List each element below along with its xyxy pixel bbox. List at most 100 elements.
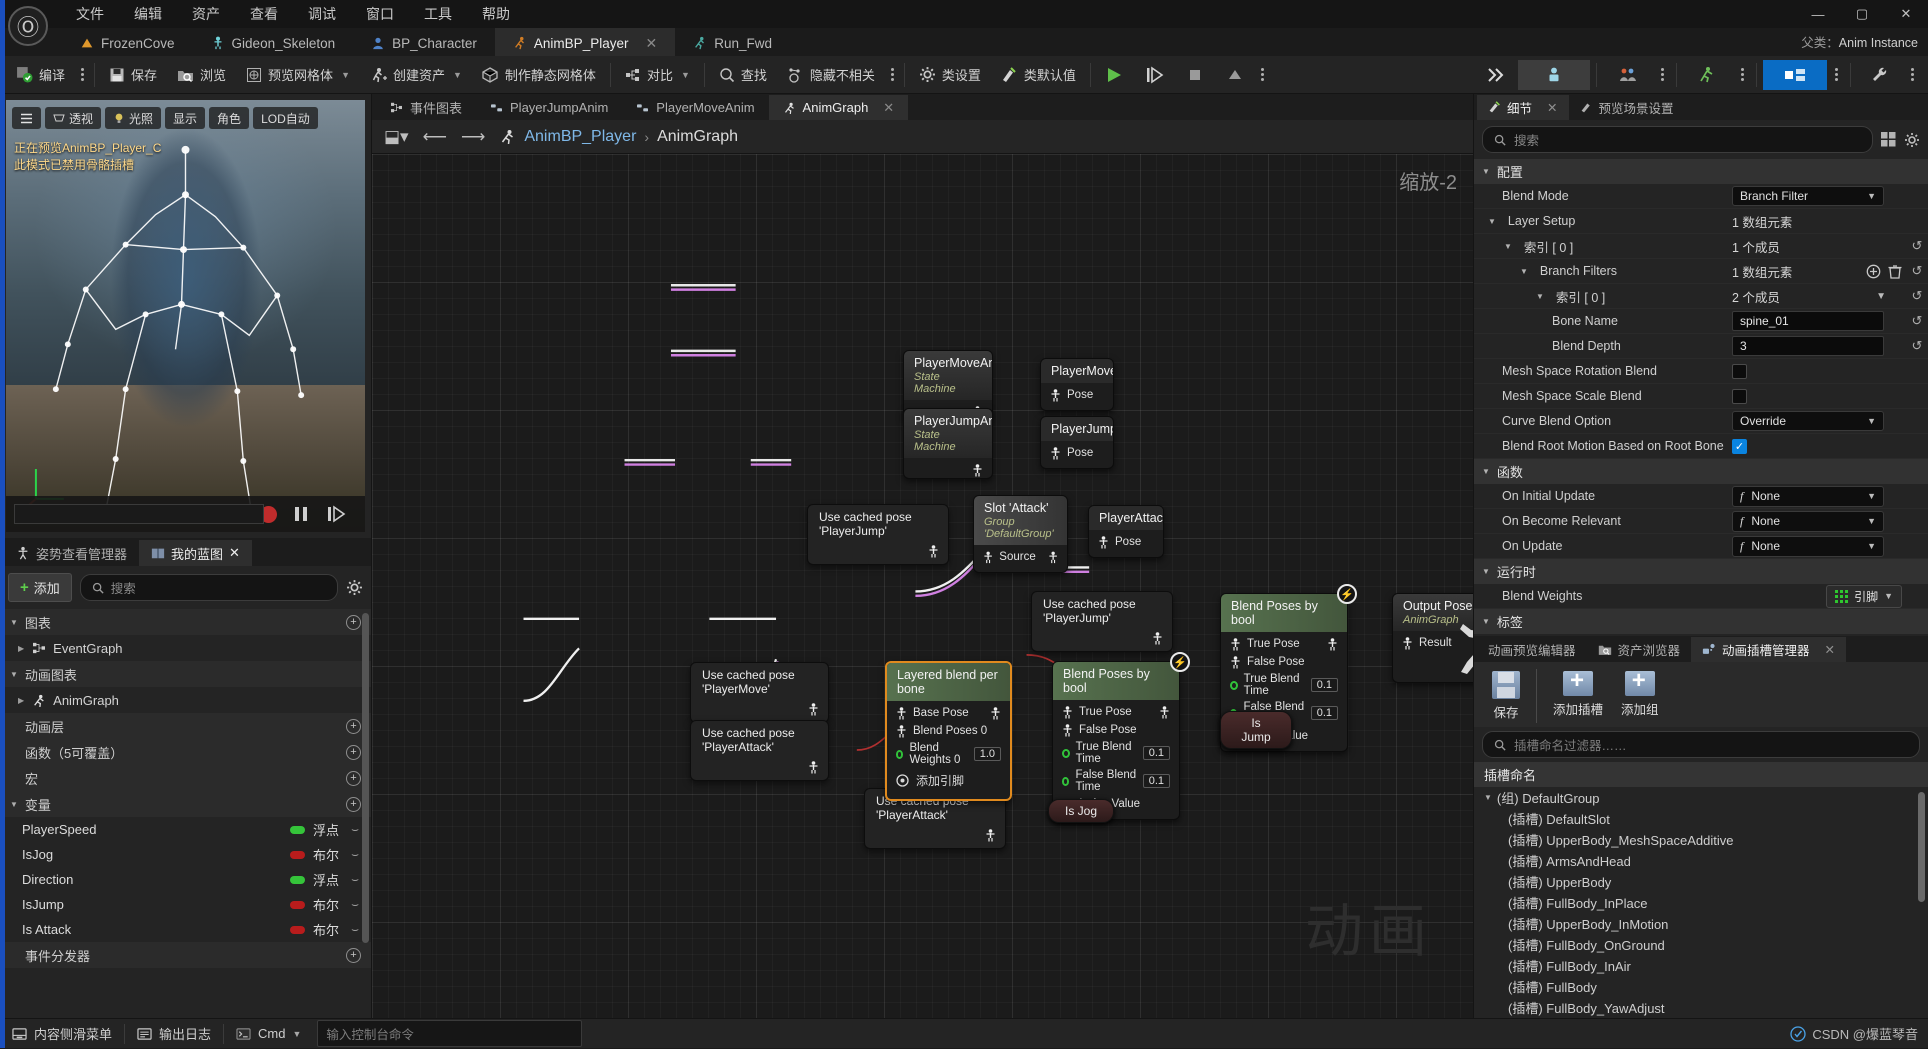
menu-item-view[interactable]: 查看 <box>236 0 292 28</box>
unreal-logo-icon[interactable]: Ⓞ <box>8 6 48 46</box>
details-search-input[interactable]: 搜索 <box>1482 126 1873 153</box>
graph-tab-playermoveanim[interactable]: PlayerMoveAnim <box>622 95 768 120</box>
tree-item-eventgraph[interactable]: ▶ EventGraph <box>0 635 371 661</box>
close-button[interactable]: ✕ <box>1884 0 1928 28</box>
blend-weights-pin-button[interactable]: 引脚 ▼ <box>1826 584 1902 608</box>
section-anim-layers[interactable]: 动画层 + <box>0 713 371 739</box>
section-graphs[interactable]: ▼ 图表 + <box>0 609 371 635</box>
pin-base-pose[interactable]: Base Pose <box>887 704 1010 722</box>
pin-value[interactable]: 0.1 <box>1310 706 1338 720</box>
tab-preview-scene-settings[interactable]: 预览场景设置 <box>1569 95 1685 120</box>
viewport-perspective-button[interactable]: 透视 <box>45 107 102 129</box>
slot-group-row[interactable]: ▼ (组) DefaultGroup <box>1478 787 1928 808</box>
visibility-eye-icon[interactable]: ⌣ <box>339 897 359 912</box>
bone-name-input[interactable]: spine_01 <box>1732 311 1884 331</box>
play-button[interactable] <box>1095 60 1135 90</box>
node-playerjump[interactable]: PlayerJump Pose <box>1040 416 1114 469</box>
visibility-eye-icon[interactable]: ⌣ <box>339 822 359 837</box>
variable-row[interactable]: IsJump 布尔 ⌣ <box>0 892 371 917</box>
blend-mode-dropdown[interactable]: Branch Filter ▼ <box>1732 186 1884 206</box>
node-output-pin[interactable] <box>904 461 992 478</box>
node-use-cached-pose-playerjump-1[interactable]: Use cached pose 'PlayerJump' <box>807 504 949 565</box>
make-static-mesh-button[interactable]: 制作静态网格体 <box>472 60 606 90</box>
find-button[interactable]: 查找 <box>709 60 777 90</box>
slot-list-scrollbar[interactable] <box>1918 792 1925 902</box>
on-update-dropdown[interactable]: f None ▼ <box>1732 535 1884 557</box>
node-playerattack[interactable]: PlayerAttack Pose <box>1088 505 1164 558</box>
on-become-relevant-dropdown[interactable]: f None ▼ <box>1732 510 1884 532</box>
physics-mode-button[interactable] <box>1683 60 1733 90</box>
chevron-down-icon[interactable]: ▼ <box>1488 217 1496 226</box>
delete-element-icon[interactable] <box>1888 264 1902 279</box>
revert-button[interactable]: ↺ <box>1906 238 1928 254</box>
section-macros[interactable]: 宏 + <box>0 765 371 791</box>
slot-filter-input[interactable]: 插槽命名过滤器…… <box>1482 731 1920 758</box>
preview-mesh-button[interactable]: 预览网格体 ▼ <box>236 60 360 90</box>
graph-mode-options-icon[interactable] <box>1829 68 1844 81</box>
node-output-pin[interactable] <box>1032 630 1172 651</box>
pin-false-pose[interactable]: False Pose <box>1221 653 1347 671</box>
stop-button[interactable] <box>1175 60 1215 90</box>
create-asset-button[interactable]: 创建资产 ▼ <box>360 60 472 90</box>
variable-row[interactable]: Is Attack 布尔 ⌣ <box>0 917 371 942</box>
menu-item-asset[interactable]: 资产 <box>178 0 234 28</box>
node-input-pin[interactable]: Pose <box>1041 444 1113 462</box>
animgraph-canvas[interactable]: 缩放-2 动画 PlayerMoveA State Machine Player… <box>372 154 1473 1018</box>
add-dispatcher-icon[interactable]: + <box>346 947 361 963</box>
diff-button[interactable]: 对比 ▼ <box>615 60 700 90</box>
viewport-character-button[interactable]: 角色 <box>209 107 250 129</box>
physics-mode-options-icon[interactable] <box>1735 68 1750 81</box>
step-forward-button[interactable] <box>325 504 347 524</box>
graph-tab-animgraph[interactable]: AnimGraph ✕ <box>768 95 909 120</box>
settings-gear-icon[interactable] <box>1904 132 1920 148</box>
mesh-space-rotation-checkbox[interactable] <box>1732 363 1747 379</box>
visibility-eye-icon[interactable]: ⌣ <box>339 922 359 937</box>
pin-true-pose[interactable]: True Pose <box>1053 703 1179 721</box>
section-functions[interactable]: 函数（5可覆盖） + <box>0 739 371 765</box>
node-output-pose[interactable]: Output Pose AnimGraph Result <box>1392 593 1473 683</box>
timeline-scrubber[interactable] <box>14 504 264 524</box>
tab-run-fwd[interactable]: Run_Fwd <box>675 28 790 56</box>
section-anim-graphs[interactable]: ▼ 动画图表 <box>0 661 371 687</box>
grid-view-icon[interactable] <box>1881 132 1896 147</box>
tab-asset-browser[interactable]: 资产浏览器 <box>1587 637 1692 662</box>
console-command-input[interactable]: 输入控制台命令 <box>317 1020 583 1047</box>
node-use-cached-pose-playerattack-1[interactable]: Use cached pose 'PlayerAttack' <box>690 720 829 781</box>
settings-options-icon[interactable] <box>1905 68 1920 81</box>
tab-bp-character[interactable]: BP_Character <box>353 28 495 56</box>
pin-true-blend-time[interactable]: True Blend Time 0.1 <box>1221 671 1347 699</box>
tab-close-icon[interactable]: ✕ <box>1825 642 1835 657</box>
chevron-down-icon[interactable]: ▼ <box>1520 267 1528 276</box>
menu-item-tools[interactable]: 工具 <box>410 0 466 28</box>
slot-row[interactable]: (插槽) FullBody_InPlace <box>1478 892 1928 913</box>
breadcrumb-root[interactable]: AnimBP_Player <box>524 128 636 146</box>
add-variable-icon[interactable]: + <box>346 796 361 812</box>
tab-details[interactable]: 细节 ✕ <box>1477 95 1569 120</box>
slot-row[interactable]: (插槽) ArmsAndHead <box>1478 850 1928 871</box>
content-drawer-button[interactable]: 内容侧滑菜单 <box>0 1019 124 1049</box>
viewport-lighting-button[interactable]: 光照 <box>105 107 162 129</box>
node-slot-attack[interactable]: Slot 'Attack' Group 'DefaultGroup' Sourc… <box>973 495 1068 573</box>
slot-row[interactable]: (插槽) FullBody_YawAdjust <box>1478 997 1928 1018</box>
chevron-down-icon[interactable]: ▼ <box>1876 291 1902 302</box>
browse-button[interactable]: 浏览 <box>167 60 236 90</box>
compile-button[interactable]: 编译 <box>6 60 75 90</box>
slot-row[interactable]: (插槽) UpperBody <box>1478 871 1928 892</box>
tree-item-animgraph[interactable]: ▶ AnimGraph <box>0 687 371 713</box>
node-is-jog[interactable]: Is Jog <box>1048 799 1114 823</box>
blend-root-motion-checkbox[interactable]: ✓ <box>1732 438 1747 454</box>
pin-value[interactable]: 1.0 <box>973 747 1001 761</box>
node-playerjumpanim[interactable]: PlayerJumpAnim State Machine <box>903 408 993 479</box>
tab-close-icon[interactable]: ✕ <box>883 100 894 116</box>
cmd-selector[interactable]: Cmd ▼ <box>224 1019 313 1049</box>
slot-row[interactable]: (插槽) UpperBody_InMotion <box>1478 913 1928 934</box>
revert-button[interactable]: ↺ <box>1906 263 1928 279</box>
tab-pose-watch-manager[interactable]: 姿势查看管理器 <box>4 540 139 566</box>
node-use-cached-pose-playerjump-2[interactable]: Use cached pose 'PlayerJump' <box>1031 591 1173 652</box>
menu-item-window[interactable]: 窗口 <box>352 0 408 28</box>
add-button[interactable]: + 添加 <box>8 573 72 602</box>
revert-button[interactable]: ↺ <box>1906 288 1928 304</box>
pin-true-blend-time[interactable]: True Blend Time 0.1 <box>1053 739 1179 767</box>
add-anim-layer-icon[interactable]: + <box>346 718 361 734</box>
section-header-runtime[interactable]: ▼ 运行时 <box>1474 559 1928 584</box>
